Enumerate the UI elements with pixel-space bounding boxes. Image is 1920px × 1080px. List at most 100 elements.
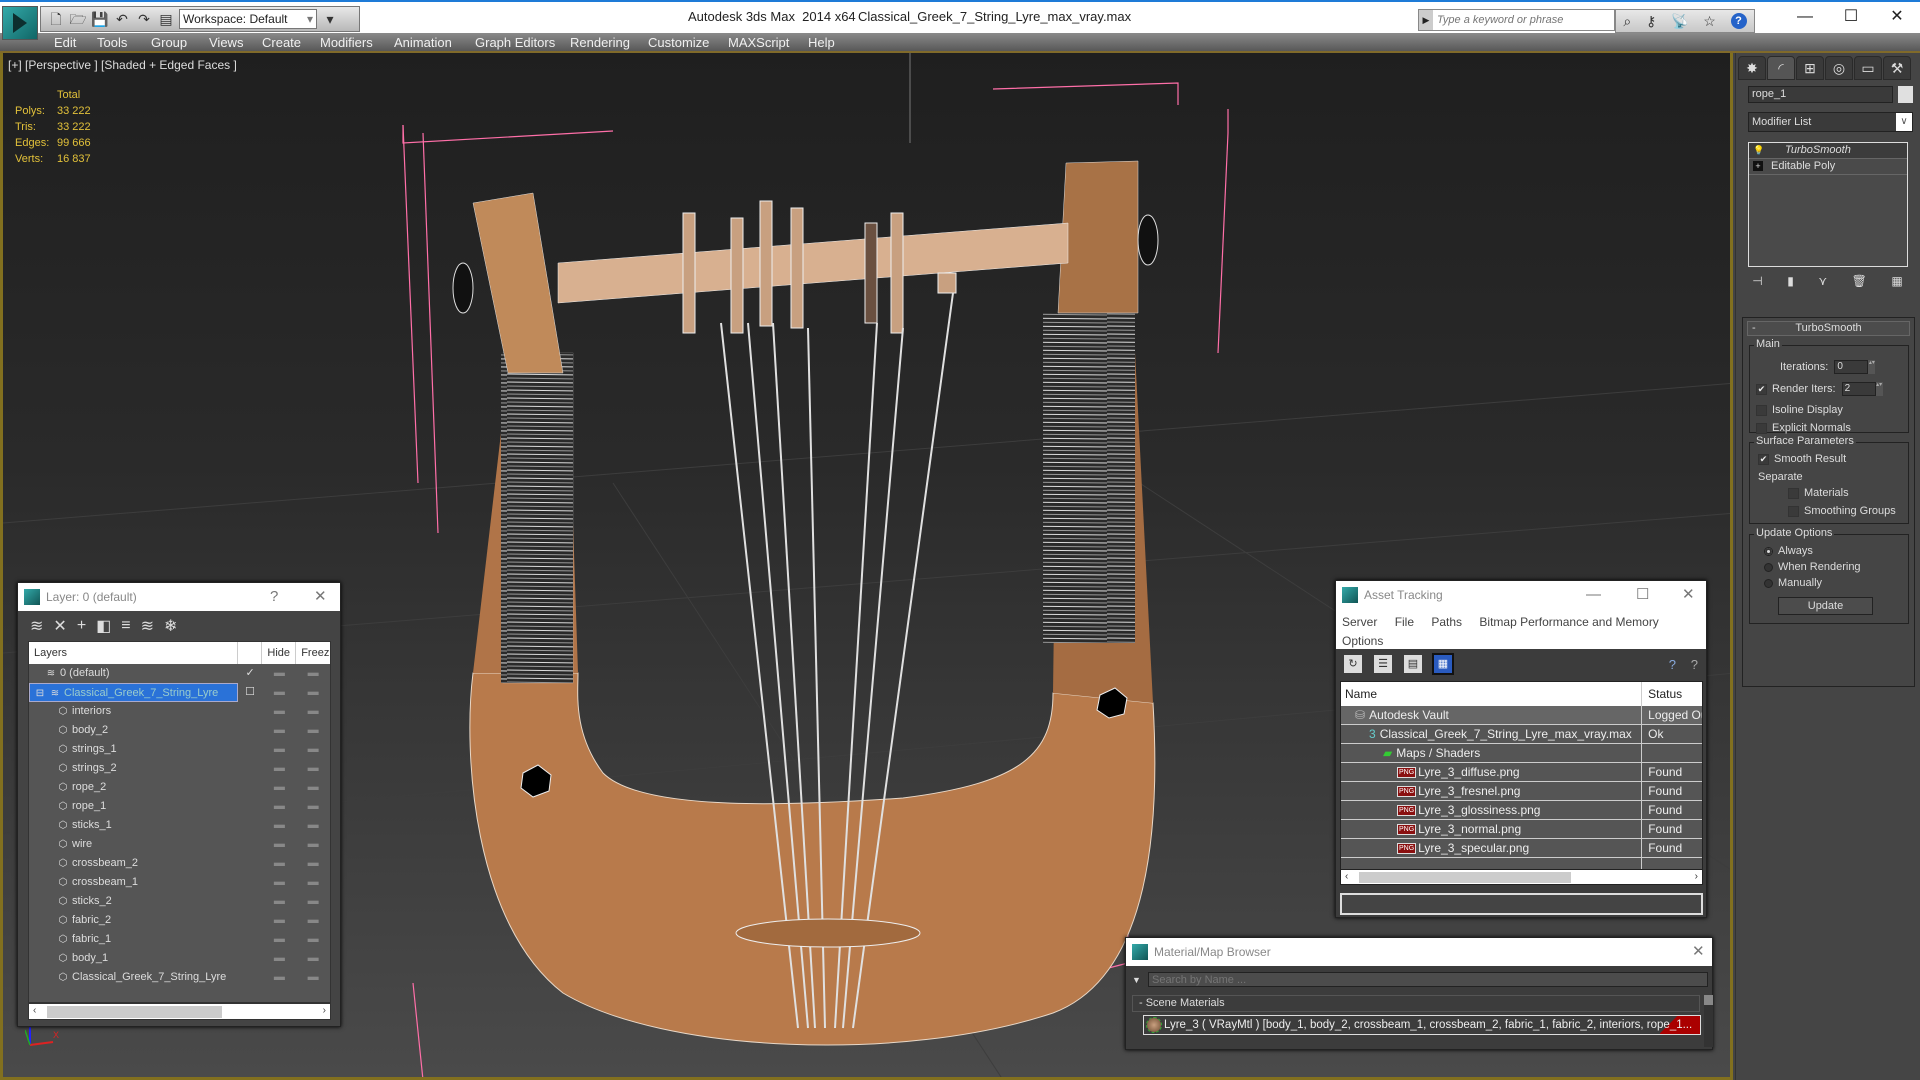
spinner-icon[interactable]: ▴▾ — [1875, 382, 1883, 396]
right-arm-top[interactable] — [1057, 160, 1139, 314]
search-expand-icon[interactable]: ▶ — [1419, 10, 1433, 30]
delete-layer-icon[interactable]: ✕ — [53, 616, 66, 636]
bridge[interactable] — [735, 918, 921, 948]
new-file-icon[interactable]: 🗋 — [47, 10, 65, 28]
material-item[interactable]: Lyre_3 ( VRayMtl ) [body_1, body_2, cros… — [1143, 1015, 1701, 1035]
vertical-scrollbar[interactable] — [1704, 995, 1713, 1047]
scene-materials-group[interactable]: - Scene Materials — [1132, 995, 1700, 1012]
search-by-name-input[interactable] — [1148, 972, 1708, 987]
current-layer-toggle[interactable] — [238, 759, 263, 778]
options-menu-icon[interactable]: ▼ — [1132, 975, 1148, 985]
menu-bitmap-performance[interactable]: Bitmap Performance and Memory — [1479, 615, 1658, 629]
hide-toggle[interactable]: ▬ — [262, 702, 296, 721]
hide-toggle[interactable]: ▬ — [262, 683, 296, 702]
spinner-icon[interactable]: ▴▾ — [1868, 360, 1876, 374]
left-arm-top[interactable] — [472, 192, 564, 374]
layer-name-cell[interactable]: ⬡ rope_2 — [29, 778, 238, 797]
help-icon[interactable]: ? — [1730, 13, 1747, 29]
column-name[interactable]: Name — [1341, 682, 1643, 706]
menu-group[interactable]: Group — [151, 35, 187, 50]
menu-edit[interactable]: Edit — [54, 35, 76, 50]
rollout-header[interactable]: - TurboSmooth — [1747, 321, 1910, 336]
freeze-toggle[interactable]: ▬ — [296, 930, 330, 949]
scroll-thumb[interactable] — [1704, 995, 1713, 1005]
freeze-toggle[interactable]: ▬ — [296, 873, 330, 892]
menu-customize[interactable]: Customize — [648, 35, 709, 50]
scroll-left-icon[interactable]: ‹ — [1345, 871, 1348, 882]
object-row[interactable]: ⬡ body_2 ▬ ▬ — [29, 721, 330, 740]
object-row[interactable]: ⬡ rope_1 ▬ ▬ — [29, 797, 330, 816]
redo-icon[interactable]: ↷ — [135, 10, 153, 28]
current-layer-toggle[interactable] — [238, 930, 263, 949]
explicit-normals-checkbox[interactable] — [1756, 422, 1767, 434]
freeze-toggle[interactable]: ▬ — [296, 911, 330, 930]
close-icon[interactable]: ✕ — [1682, 581, 1695, 609]
minimize-button[interactable]: — — [1782, 2, 1828, 32]
freeze-toggle[interactable]: ▬ — [296, 664, 330, 683]
current-layer-toggle[interactable] — [238, 721, 263, 740]
refresh-icon[interactable]: ↻ — [1344, 655, 1362, 673]
search-input[interactable] — [1433, 10, 1613, 30]
star-icon[interactable]: ☆ — [1703, 13, 1716, 30]
hide-toggle[interactable]: ▬ — [262, 835, 296, 854]
menu-animation[interactable]: Animation — [394, 35, 452, 50]
chevron-down-icon[interactable]: ∨ — [1896, 113, 1912, 131]
hide-toggle[interactable]: ▬ — [262, 949, 296, 968]
object-row[interactable]: ⬡ strings_1 ▬ ▬ — [29, 740, 330, 759]
save-icon[interactable]: 💾 — [91, 10, 109, 28]
create-tab-icon[interactable]: ✸ — [1738, 56, 1766, 80]
list-view-icon[interactable]: ☰ — [1374, 655, 1392, 673]
asset-row[interactable]: ⛁ Autodesk Vault Logged Ou — [1341, 706, 1702, 725]
scroll-thumb[interactable] — [47, 1006, 222, 1018]
satellite-icon[interactable]: 📡 — [1671, 13, 1688, 30]
layer-name-cell[interactable]: ⬡ wire — [29, 835, 238, 854]
current-layer-toggle[interactable] — [238, 968, 263, 987]
motion-tab-icon[interactable]: ◎ — [1825, 56, 1853, 80]
smoothing-groups-checkbox[interactable] — [1788, 505, 1799, 517]
close-button[interactable]: ✕ — [1874, 2, 1920, 32]
create-layer-icon[interactable]: ≋ — [30, 616, 43, 636]
asset-panel-titlebar[interactable]: Asset Tracking — ☐ ✕ — [1336, 581, 1706, 609]
freeze-toggle[interactable]: ▬ — [296, 892, 330, 911]
render-iters-input[interactable]: 2 — [1841, 382, 1876, 396]
object-row[interactable]: ⬡ Classical_Greek_7_String_Lyre ▬ ▬ — [29, 968, 330, 987]
object-name-field[interactable]: rope_1 — [1748, 86, 1893, 103]
freeze-toggle[interactable]: ▬ — [296, 702, 330, 721]
current-layer-toggle[interactable] — [238, 835, 263, 854]
layer-name-cell[interactable]: ⬡ Classical_Greek_7_String_Lyre — [29, 968, 238, 987]
tree-view-icon[interactable]: ▤ — [1404, 655, 1422, 673]
object-row[interactable]: ⬡ fabric_1 ▬ ▬ — [29, 930, 330, 949]
object-row[interactable]: ⬡ sticks_2 ▬ ▬ — [29, 892, 330, 911]
remove-modifier-icon[interactable]: 🗑 — [1852, 274, 1867, 288]
asset-row[interactable]: PNG Lyre_3_diffuse.png Found — [1341, 763, 1702, 782]
stack-item-turbosmooth[interactable]: 💡 TurboSmooth — [1749, 143, 1907, 159]
scroll-right-icon[interactable]: › — [1695, 871, 1698, 882]
hide-toggle[interactable]: ▬ — [262, 930, 296, 949]
fabric-wrap-right[interactable] — [1043, 313, 1135, 643]
current-layer-toggle[interactable] — [238, 911, 263, 930]
object-color-swatch[interactable] — [1898, 86, 1913, 103]
column-current[interactable] — [238, 642, 263, 664]
current-layer-toggle[interactable] — [238, 778, 263, 797]
crossbar[interactable] — [557, 222, 1069, 304]
layer-row[interactable]: ⊟ ≋ Classical_Greek_7_String_Lyre ☐ ▬ ▬ — [29, 683, 330, 702]
freeze-toggle[interactable]: ▬ — [296, 968, 330, 987]
hide-toggle[interactable]: ▬ — [262, 854, 296, 873]
current-layer-toggle[interactable] — [238, 702, 263, 721]
highlight-layer-icon[interactable]: ≡ — [121, 617, 130, 635]
display-tab-icon[interactable]: ▭ — [1854, 56, 1882, 80]
binoculars-icon[interactable]: ⌕ — [1623, 13, 1631, 30]
material-browser-titlebar[interactable]: Material/Map Browser ✕ — [1126, 938, 1712, 966]
freeze-all-icon[interactable]: ❄ — [164, 616, 177, 636]
layer-name-cell[interactable]: ⬡ rope_1 — [29, 797, 238, 816]
menu-views[interactable]: Views — [209, 35, 243, 50]
radio-always[interactable]: Always — [1764, 545, 1813, 557]
freeze-toggle[interactable]: ▬ — [296, 854, 330, 873]
scroll-thumb[interactable] — [1359, 872, 1571, 883]
hide-toggle[interactable]: ▬ — [262, 911, 296, 930]
vault-help-icon[interactable]: ? — [1669, 657, 1676, 672]
layer-name-cell[interactable]: ⬡ sticks_2 — [29, 892, 238, 911]
menu-server[interactable]: Server — [1342, 615, 1377, 629]
menu-paths[interactable]: Paths — [1431, 615, 1462, 629]
key-icon[interactable]: ⚷ — [1646, 13, 1656, 30]
